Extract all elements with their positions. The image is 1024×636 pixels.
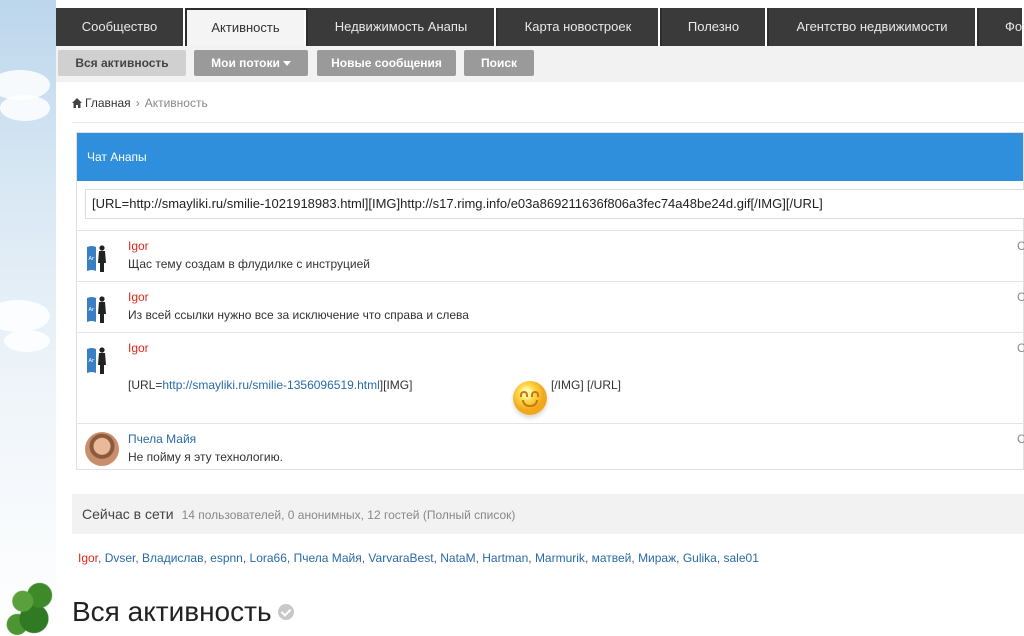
message-text: Не пойму я эту технологию. [128,450,283,464]
message-username[interactable]: Igor [128,290,149,304]
online-user-link[interactable]: Dvser [105,551,136,565]
avatar: Аг [87,245,106,272]
message-text-mid: ][IMG] [379,378,413,392]
my-streams-label: Мои потоки [211,56,280,70]
message-link[interactable]: http://smayliki.ru/smilie-1356096519.htm… [162,378,379,392]
page-title: Вся активность [72,596,272,627]
online-block: Сейчас в сети 14 пользователей, 0 анонимн… [72,494,1024,534]
tab-activity[interactable]: Активность [187,10,306,46]
message-time: С [1017,239,1024,253]
online-user-link[interactable]: espnn [210,551,243,565]
message-username[interactable]: Igor [128,239,149,253]
chat-title: Чат Анапы [77,133,1023,181]
message-time: С [1017,432,1024,446]
check-icon[interactable] [277,603,294,620]
message-text-suffix: [/IMG] [/URL] [551,378,622,392]
message-text-prefix: [URL= [128,378,163,392]
chat-message: Аг Igor Щас тему создам в флудилке с инс… [77,230,1024,281]
all-activity-button[interactable]: Вся активность [58,50,186,76]
my-streams-button[interactable]: Мои потоки [194,50,308,76]
chat-message: Пчела Майя Не пойму я эту технологию. С [77,423,1024,470]
tab-realty-agency[interactable]: Агентство недвижимости [769,8,977,46]
chat-message: Аг Igor Из всей ссылки нужно все за искл… [77,281,1024,332]
message-username[interactable]: Пчела Майя [128,432,196,446]
top-navigation: Сообщество Активность Недвижимость Анапы… [56,8,1024,46]
avatar: Аг [87,296,106,323]
online-user-link[interactable]: Владислав [142,551,203,565]
message-time: С [1017,290,1024,304]
svg-text:Аг: Аг [89,358,95,364]
page-heading: Вся активность [72,596,294,628]
online-user-link[interactable]: матвей [592,551,632,565]
online-users-list: Igor, Dvser, Владислав, espnn, Lora66, П… [78,551,759,565]
breadcrumb-home-link[interactable]: Главная [85,96,131,110]
avatar: Аг [87,347,106,374]
online-user-link[interactable]: Пчела Майя [294,551,362,565]
online-stats: 14 пользователей, 0 анонимных, 12 гостей… [181,508,516,522]
tab-useful[interactable]: Полезно [662,8,767,46]
tab-new-buildings-map[interactable]: Карта новостроек [498,8,660,46]
breadcrumb: Главная › Активность [72,96,208,110]
avatar [85,432,119,466]
message-text: Щас тему создам в флудилке с инструцией [128,257,370,271]
online-user-link[interactable]: sale01 [724,551,759,565]
page: Сообщество Активность Недвижимость Анапы… [56,0,1024,636]
sub-navigation: Вся активность Мои потоки Новые сообщени… [56,46,1024,82]
svg-text:Аг: Аг [89,307,95,313]
message-text: [URL=http://smayliki.ru/smilie-135609651… [128,378,412,392]
breadcrumb-separator: › [135,96,140,110]
home-icon [72,98,82,108]
online-user-link[interactable]: VarvaraBest [368,551,433,565]
svg-text:Аг: Аг [89,256,95,262]
online-user-link[interactable]: NataM [440,551,475,565]
online-user-link[interactable]: Lora66 [250,551,287,565]
message-username[interactable]: Igor [128,341,149,355]
divider [72,122,1024,123]
smiley-icon [513,381,547,415]
tab-anapa-realty[interactable]: Недвижимость Анапы [308,8,496,46]
online-user-link[interactable]: Igor [78,551,98,565]
new-messages-button[interactable]: Новые сообщения [317,50,456,76]
caret-down-icon [282,61,291,67]
online-user-link[interactable]: Marmurik [535,551,585,565]
message-text: Из всей ссылки нужно все за исключение ч… [128,308,469,322]
online-user-link[interactable]: Hartman [482,551,528,565]
tab-community[interactable]: Сообщество [56,8,185,46]
chat-message-input[interactable]: [URL=http://smayliki.ru/smilie-102191898… [85,189,1024,219]
chat-panel: Чат Анапы [URL=http://smayliki.ru/smilie… [76,132,1024,470]
online-user-link[interactable]: Мираж [638,551,676,565]
breadcrumb-current: Активность [144,96,208,110]
tree-decoration [6,578,62,636]
tab-photo[interactable]: Фото [979,8,1024,46]
online-title: Сейчас в сети [82,506,174,522]
online-user-link[interactable]: Gulika [683,551,717,565]
chat-message: Аг Igor [URL=http://smayliki.ru/smilie-1… [77,332,1024,423]
background-sky [0,0,62,636]
search-button[interactable]: Поиск [464,50,534,76]
message-time: С [1017,341,1024,355]
